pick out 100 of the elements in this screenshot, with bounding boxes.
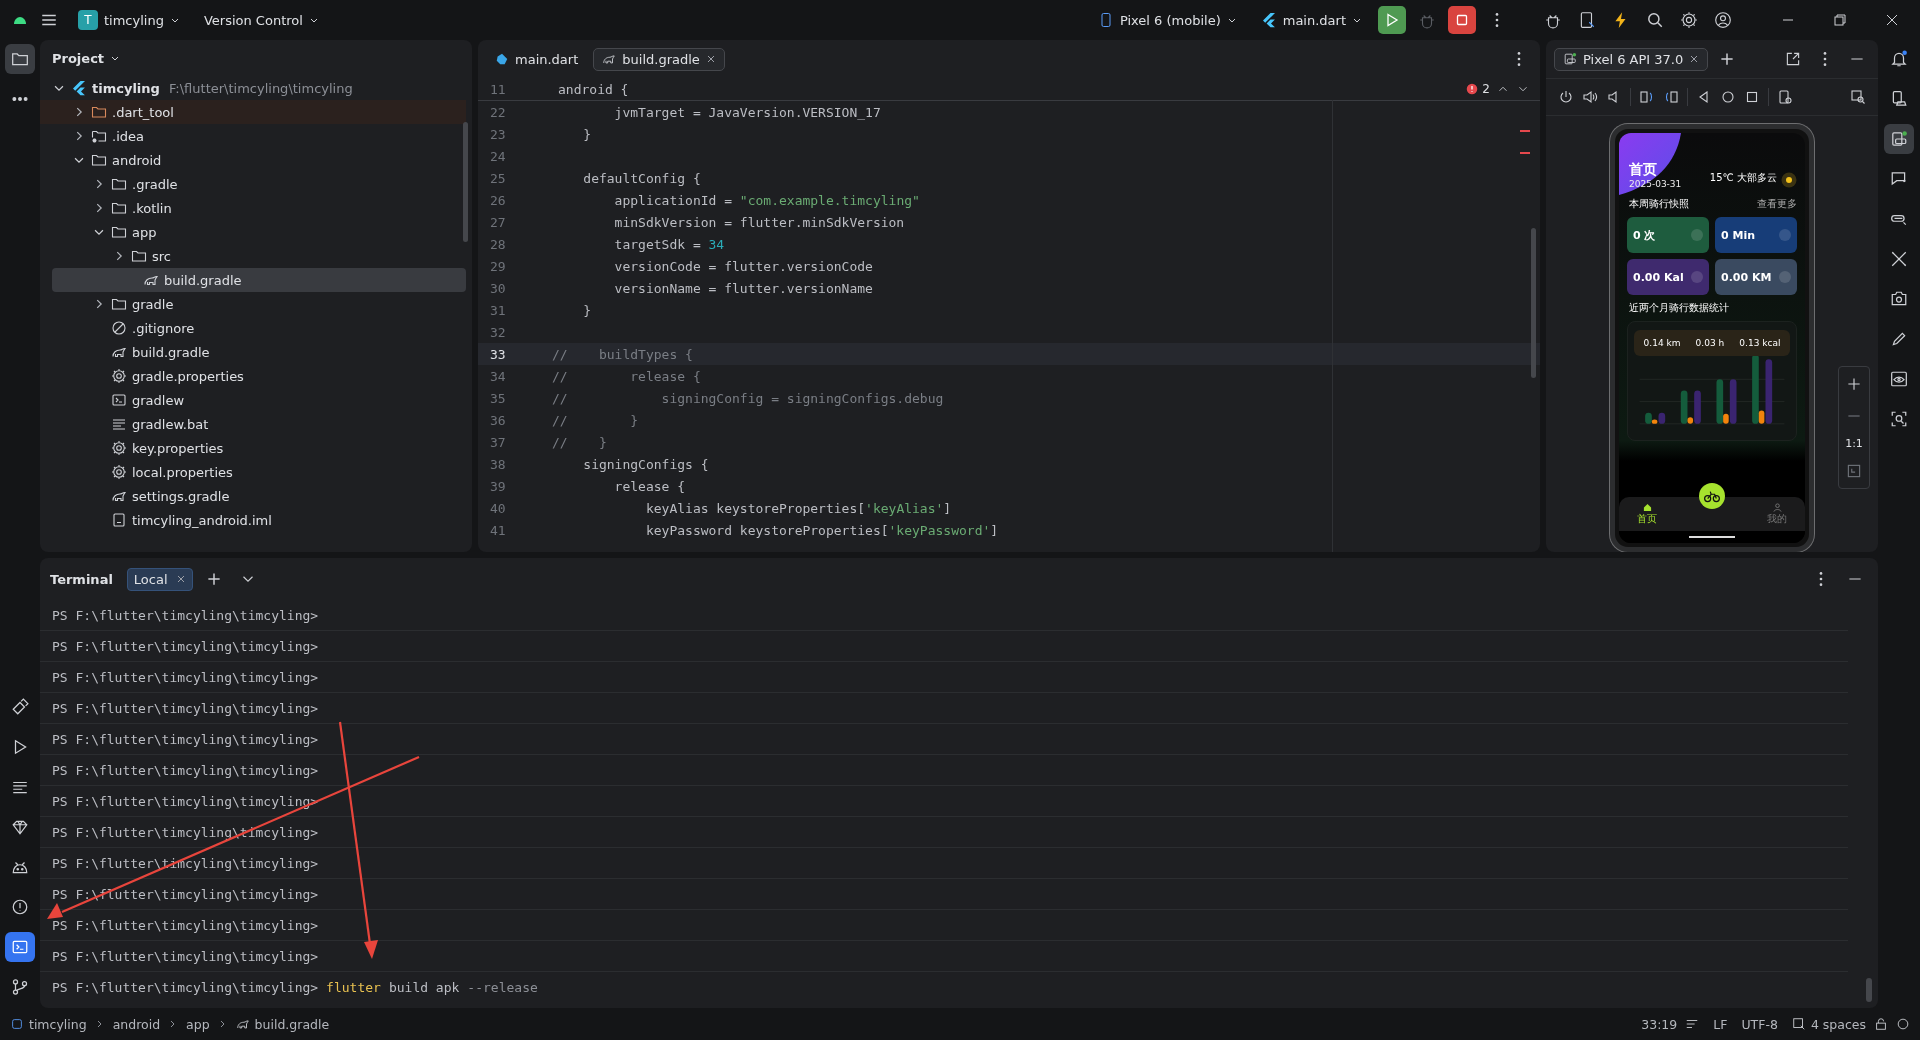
tree-item[interactable]: gradle.properties — [132, 368, 244, 384]
stat-value: 0.14 km — [1643, 338, 1681, 348]
tree-item[interactable]: key.properties — [132, 440, 224, 456]
tree-item[interactable]: .idea — [112, 128, 144, 144]
editor-tab[interactable]: build.gradle — [593, 47, 725, 71]
device-tab[interactable]: Pixel 6 API 37.0 — [1554, 47, 1709, 71]
project-path: F:\flutter\timcyling\timcyling — [168, 80, 353, 96]
scrollbar-thumb[interactable] — [1866, 978, 1872, 1002]
device-selector[interactable]: Pixel 6 (mobile) — [1089, 7, 1245, 33]
project-selector[interactable]: T timcyling — [70, 5, 188, 35]
line-number: 31 — [489, 302, 507, 318]
tree-item[interactable]: gradlew — [132, 392, 185, 408]
actual-size-button[interactable]: 1:1 — [1843, 435, 1865, 452]
selected-tree-row[interactable]: build.gradle — [52, 268, 466, 292]
nav-label[interactable]: 首页 — [1637, 511, 1657, 526]
stat-value: 0.13 kcal — [1739, 338, 1781, 348]
more-link[interactable]: 查看更多 — [1757, 197, 1797, 211]
person-icon[interactable] — [1772, 502, 1782, 512]
close-icon[interactable] — [1689, 54, 1700, 64]
stat-value: 0.00 Kal — [1633, 270, 1684, 284]
tree-item[interactable]: build.gradle — [132, 344, 210, 360]
line-separator[interactable]: LF — [1713, 1016, 1728, 1032]
run-config-selector[interactable]: main.dart — [1252, 7, 1370, 33]
error-marker[interactable] — [1520, 152, 1530, 154]
home-icon[interactable] — [1720, 89, 1736, 105]
stop-button[interactable] — [1448, 6, 1476, 34]
line-number: 22 — [489, 104, 507, 120]
terminal-title: Terminal — [50, 571, 113, 587]
scrollbar-thumb[interactable] — [463, 122, 468, 242]
page-title: 首页 — [1629, 161, 1658, 179]
line-number: 23 — [489, 126, 507, 142]
cursor-position[interactable]: 33:19 — [1641, 1016, 1678, 1032]
circle-icon — [1691, 271, 1703, 283]
tree-item[interactable]: timcyling_android.iml — [132, 512, 272, 528]
error-marker[interactable] — [1520, 130, 1530, 132]
breadcrumb[interactable]: timcyling — [10, 1016, 87, 1032]
line-number: 39 — [489, 478, 507, 494]
tree-item[interactable]: settings.gradle — [132, 488, 230, 504]
code-line: defaultConfig { — [582, 170, 701, 186]
tree-item[interactable]: .gradle — [132, 176, 178, 192]
scrollbar-thumb[interactable] — [1531, 228, 1536, 378]
circle-icon — [1691, 229, 1703, 241]
corner-gradient-shape — [1619, 133, 1681, 195]
phone-icon[interactable] — [1884, 124, 1914, 154]
nav-label[interactable]: 我的 — [1767, 511, 1787, 526]
tree-item[interactable]: src — [152, 248, 171, 264]
breadcrumb[interactable]: app — [186, 1016, 210, 1032]
tree-item[interactable]: .kotlin — [132, 200, 172, 216]
screenshot-icon[interactable] — [1777, 89, 1793, 105]
file-encoding[interactable]: UTF-8 — [1741, 1016, 1778, 1032]
lines-icon — [111, 416, 127, 432]
tree-item[interactable]: local.properties — [132, 464, 233, 480]
code-line: minSdkVersion = flutter.minSdkVersion — [613, 214, 905, 230]
vcs-menu[interactable]: Version Control — [195, 7, 327, 33]
zoom-icon[interactable] — [1850, 89, 1866, 105]
lines-icon[interactable] — [1685, 1017, 1700, 1031]
tree-item[interactable]: app — [132, 224, 157, 240]
error-count[interactable]: 2 — [1465, 82, 1490, 96]
rotate-left-icon[interactable] — [1639, 89, 1655, 105]
code-line: // release { — [551, 368, 701, 384]
rotate-right-icon[interactable] — [1663, 89, 1679, 105]
indent-setting[interactable]: 4 spaces — [1791, 1016, 1866, 1032]
line-number: 38 — [489, 456, 507, 472]
close-icon[interactable] — [705, 54, 716, 64]
terminal-prompt: PS F:\flutter\timcyling\timcyling> — [52, 669, 319, 685]
code-line: } — [582, 302, 592, 318]
breadcrumb[interactable]: build.gradle — [235, 1016, 330, 1032]
editor-tab[interactable]: main.dart — [486, 47, 588, 71]
line-number: 11 — [489, 81, 507, 97]
tree-item[interactable]: timcyling — [92, 80, 160, 96]
bicycle-button[interactable] — [1699, 483, 1725, 509]
stat-value: 0 次 — [1633, 227, 1656, 243]
circle-icon — [1779, 229, 1791, 241]
code-line: // } — [551, 434, 607, 450]
tree-item[interactable]: .gitignore — [132, 320, 195, 336]
power-icon[interactable] — [1558, 89, 1574, 105]
gear-icon — [111, 464, 127, 480]
line-number: 24 — [489, 148, 507, 164]
terminal-tab[interactable]: Local — [126, 567, 193, 591]
excluded-tree-row[interactable]: .dart_tool — [40, 100, 466, 124]
lock-icon[interactable] — [1874, 1017, 1888, 1031]
panel-title[interactable]: Project — [52, 50, 105, 66]
tree-item[interactable]: android — [112, 152, 162, 168]
tree-item[interactable]: .dart_tool — [112, 104, 174, 120]
breadcrumb[interactable]: android — [112, 1016, 161, 1032]
line-number: 37 — [489, 434, 507, 450]
overview-icon[interactable] — [1744, 89, 1760, 105]
terminal-prompt: PS F:\flutter\timcyling\timcyling> — [52, 731, 319, 747]
volume-up-icon[interactable] — [1582, 89, 1598, 105]
tree-item[interactable]: gradle — [132, 296, 174, 312]
terminal-prompt: PS F:\flutter\timcyling\timcyling> — [52, 979, 319, 995]
folder-icon[interactable] — [5, 44, 35, 74]
folder-icon — [131, 248, 147, 264]
home-icon[interactable] — [1642, 502, 1652, 512]
run-button[interactable] — [1378, 6, 1406, 34]
tree-item[interactable]: gradlew.bat — [132, 416, 209, 432]
tree-item[interactable]: build.gradle — [164, 272, 242, 288]
terminal-prompt: PS F:\flutter\timcyling\timcyling> — [52, 917, 319, 933]
play-icon — [1384, 12, 1400, 28]
terminal-icon[interactable] — [5, 932, 35, 962]
